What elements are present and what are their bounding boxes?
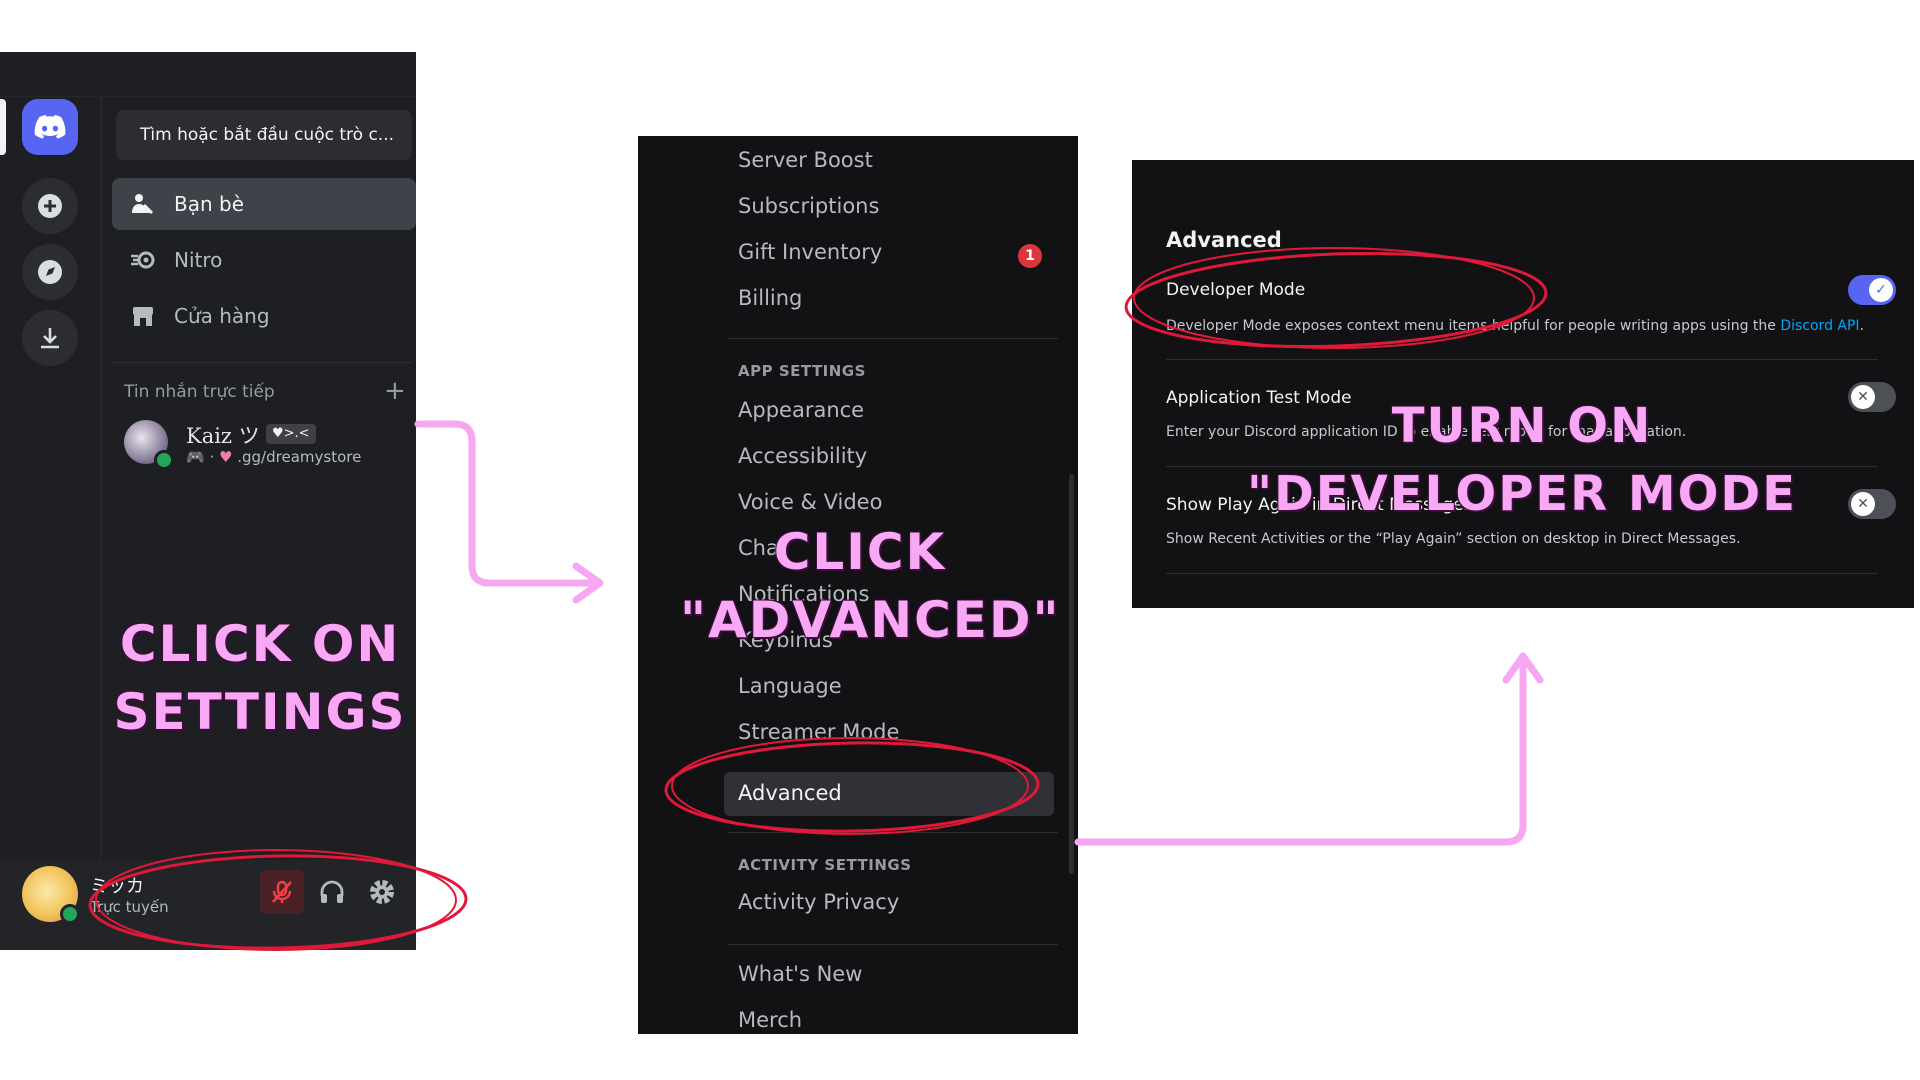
settings-item-appearance[interactable]: Appearance bbox=[738, 398, 864, 422]
settings-item-subscriptions[interactable]: Subscriptions bbox=[738, 194, 879, 218]
scrollbar[interactable] bbox=[1069, 474, 1074, 874]
gear-icon bbox=[370, 880, 394, 904]
headphones-icon bbox=[320, 880, 344, 903]
application-test-mode-toggle[interactable]: ✕ bbox=[1848, 382, 1896, 412]
divider bbox=[1166, 359, 1878, 360]
arrow-right-icon bbox=[414, 420, 600, 587]
callout-line: "DEVELOPER MODE bbox=[1246, 466, 1798, 522]
add-server-button[interactable] bbox=[22, 178, 78, 234]
show-play-again-toggle[interactable]: ✕ bbox=[1848, 489, 1896, 519]
user-settings-button[interactable] bbox=[360, 870, 404, 914]
callout-turn-on-developer-mode: TURN ON "DEVELOPER MODE bbox=[1232, 392, 1812, 528]
plus-icon bbox=[38, 194, 62, 218]
callout-click-advanced: CLICK "ADVANCED" bbox=[680, 518, 1061, 654]
nav-item-shop[interactable]: Cửa hàng bbox=[112, 290, 416, 342]
section-header-activity-settings: ACTIVITY SETTINGS bbox=[738, 856, 912, 874]
settings-item-gift-inventory[interactable]: Gift Inventory bbox=[738, 240, 882, 264]
user-display-name[interactable]: ミッカ bbox=[90, 872, 144, 898]
download-apps-button[interactable] bbox=[22, 310, 78, 366]
nav-item-friends[interactable]: Bạn bè bbox=[112, 178, 416, 230]
compass-icon bbox=[38, 260, 62, 284]
dm-header: Tin nhắn trực tiếp bbox=[124, 382, 275, 402]
notification-badge: 1 bbox=[1018, 244, 1042, 268]
selected-indicator bbox=[0, 99, 6, 155]
option-desc-developer-mode: Developer Mode exposes context menu item… bbox=[1166, 318, 1864, 334]
shop-icon bbox=[128, 301, 158, 331]
nav-label: Cửa hàng bbox=[174, 304, 270, 328]
settings-item-accessibility[interactable]: Accessibility bbox=[738, 444, 867, 468]
arrow-up-icon bbox=[1074, 656, 1527, 846]
option-desc-show-play-again: Show Recent Activities or the “Play Agai… bbox=[1166, 531, 1741, 547]
developer-mode-toggle[interactable]: ✓ bbox=[1848, 275, 1896, 305]
settings-item-server-boost[interactable]: Server Boost bbox=[738, 148, 873, 172]
discord-home-button[interactable] bbox=[22, 99, 78, 155]
deafen-button[interactable] bbox=[310, 870, 354, 914]
discord-logo-icon bbox=[34, 115, 66, 139]
settings-item-billing[interactable]: Billing bbox=[738, 286, 802, 310]
callout-line: CLICK ON bbox=[119, 615, 401, 673]
callout-click-on-settings: CLICK ON SETTINGS bbox=[100, 610, 420, 746]
divider bbox=[728, 338, 1058, 339]
callout-line: CLICK bbox=[773, 523, 947, 581]
advanced-settings-panel: Advanced Developer Mode Developer Mode e… bbox=[1132, 160, 1914, 608]
user-status-text: Trực tuyến bbox=[90, 898, 169, 916]
settings-item-whats-new[interactable]: What's New bbox=[738, 962, 862, 986]
create-dm-button[interactable]: + bbox=[384, 376, 406, 406]
divider bbox=[0, 96, 416, 97]
online-status-icon bbox=[60, 904, 80, 924]
desc-text: . bbox=[1859, 318, 1865, 334]
desc-text: Developer Mode exposes context menu item… bbox=[1166, 318, 1781, 334]
section-header-app-settings: APP SETTINGS bbox=[738, 362, 866, 380]
settings-item-advanced[interactable]: Advanced bbox=[738, 781, 842, 805]
dm-status-text: 🎮 · ♥ .gg/dreamystore bbox=[186, 448, 361, 466]
search-input[interactable]: Tìm hoặc bắt đầu cuộc trò c... bbox=[116, 110, 412, 160]
callout-line: TURN ON bbox=[1391, 398, 1653, 454]
nitro-icon bbox=[128, 245, 158, 275]
callout-line: "ADVANCED" bbox=[680, 591, 1061, 649]
gamepad-icon: 🎮 bbox=[186, 448, 205, 466]
checkmark-icon: ✓ bbox=[1869, 278, 1893, 302]
divider bbox=[1166, 573, 1878, 574]
settings-item-streamer-mode[interactable]: Streamer Mode bbox=[738, 720, 899, 744]
settings-item-voice-video[interactable]: Voice & Video bbox=[738, 490, 882, 514]
divider bbox=[112, 362, 412, 363]
callout-line: SETTINGS bbox=[113, 683, 407, 741]
status-text: .gg/dreamystore bbox=[237, 448, 362, 466]
divider bbox=[728, 944, 1058, 945]
settings-item-language[interactable]: Language bbox=[738, 674, 842, 698]
settings-item-merch[interactable]: Merch bbox=[738, 1008, 802, 1032]
option-title-developer-mode: Developer Mode bbox=[1166, 280, 1306, 300]
close-icon: ✕ bbox=[1851, 385, 1875, 409]
nav-item-nitro[interactable]: Nitro bbox=[112, 234, 416, 286]
separator: · bbox=[209, 448, 220, 466]
microphone-muted-icon bbox=[272, 880, 292, 903]
discord-api-link[interactable]: Discord API bbox=[1780, 318, 1859, 334]
discord-sidebar-panel: Tìm hoặc bắt đầu cuộc trò c... Bạn bè Ni… bbox=[0, 52, 416, 950]
divider bbox=[728, 832, 1058, 833]
download-icon bbox=[41, 328, 59, 349]
nav-label: Bạn bè bbox=[174, 192, 245, 216]
mute-button[interactable] bbox=[260, 870, 304, 914]
dm-username[interactable]: Kaiz ツ bbox=[186, 420, 260, 450]
discover-button[interactable] bbox=[22, 244, 78, 300]
settings-item-activity-privacy[interactable]: Activity Privacy bbox=[738, 890, 899, 914]
nav-label: Nitro bbox=[174, 248, 223, 272]
close-icon: ✕ bbox=[1851, 492, 1875, 516]
divider bbox=[100, 97, 102, 897]
online-status-icon bbox=[154, 450, 174, 470]
friends-icon bbox=[128, 189, 158, 219]
heart-emoji-icon: ♥ bbox=[219, 448, 233, 466]
dm-tag-badge: ♥>.< bbox=[266, 424, 316, 444]
page-title: Advanced bbox=[1166, 228, 1282, 252]
